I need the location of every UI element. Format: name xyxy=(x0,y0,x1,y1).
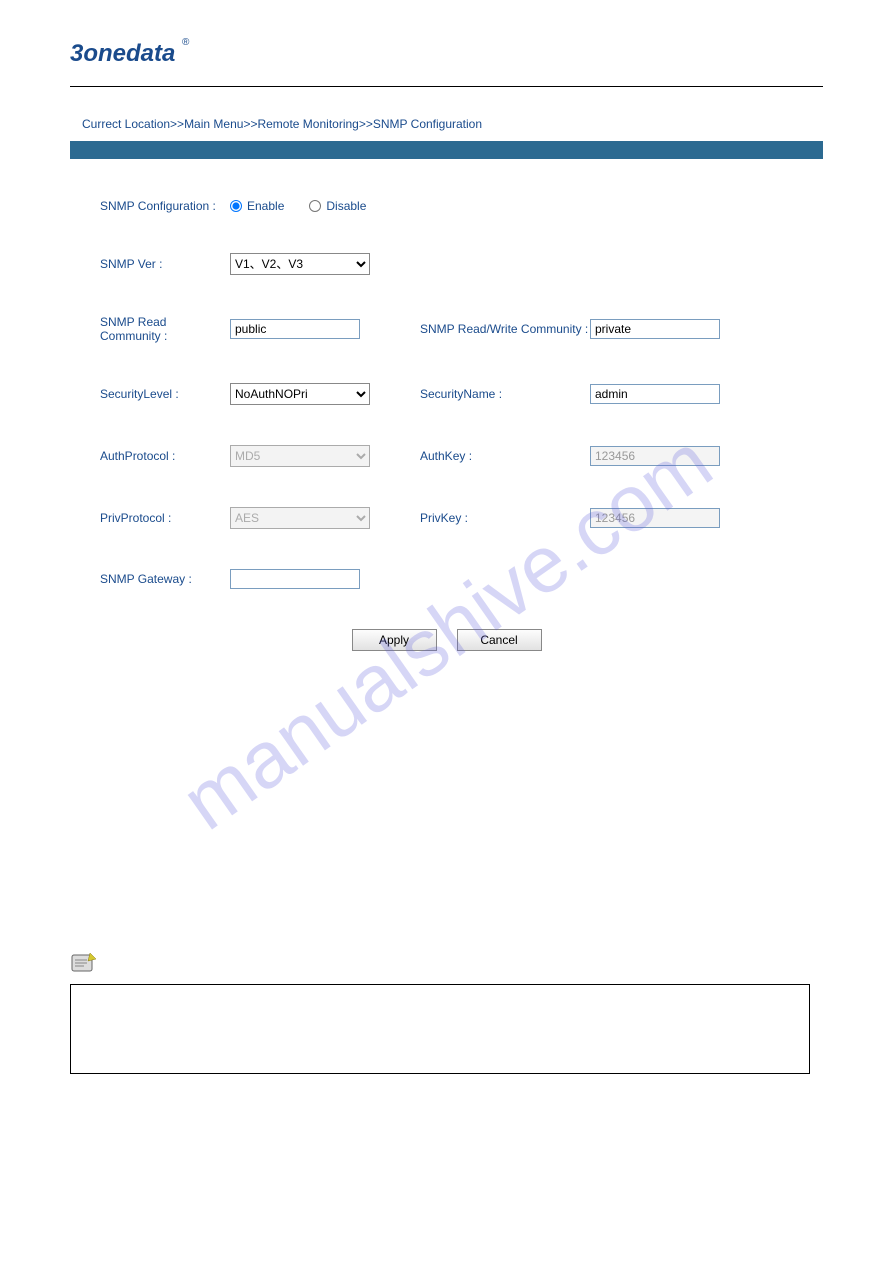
radio-enable-label: Enable xyxy=(247,199,284,213)
security-level-label: SecurityLevel : xyxy=(100,387,230,401)
security-name-label: SecurityName : xyxy=(420,387,590,401)
top-divider xyxy=(70,86,823,87)
note-box xyxy=(70,984,810,1074)
radio-disable-label: Disable xyxy=(326,199,366,213)
rw-community-input[interactable] xyxy=(590,319,720,339)
radio-disable[interactable] xyxy=(309,200,321,212)
breadcrumb-sep: >> xyxy=(359,117,373,131)
snmp-ver-select[interactable]: V1、V2、V3 xyxy=(230,253,370,275)
snmp-ver-label: SNMP Ver : xyxy=(100,257,230,271)
logo-text: 3onedata xyxy=(70,40,175,67)
note-icon xyxy=(70,951,823,980)
breadcrumb-sep: >> xyxy=(243,117,257,131)
breadcrumb-sep: >> xyxy=(170,117,184,131)
radio-disable-item[interactable]: Disable xyxy=(309,199,366,213)
gateway-label: SNMP Gateway : xyxy=(100,572,230,586)
security-level-select[interactable]: NoAuthNOPri xyxy=(230,383,370,405)
breadcrumb-snmp: SNMP Configuration xyxy=(373,117,482,131)
radio-enable[interactable] xyxy=(230,200,242,212)
breadcrumb: Currect Location>>Main Menu>>Remote Moni… xyxy=(70,117,823,131)
priv-protocol-select: AES xyxy=(230,507,370,529)
rw-community-label: SNMP Read/Write Community : xyxy=(420,322,590,336)
auth-key-label: AuthKey : xyxy=(420,449,590,463)
auth-protocol-label: AuthProtocol : xyxy=(100,449,230,463)
read-community-input[interactable] xyxy=(230,319,360,339)
logo-reg: ® xyxy=(182,37,189,48)
breadcrumb-remote[interactable]: Remote Monitoring xyxy=(257,117,358,131)
security-name-input[interactable] xyxy=(590,384,720,404)
snmp-config-label: SNMP Configuration : xyxy=(100,199,230,213)
priv-protocol-label: PrivProtocol : xyxy=(100,511,230,525)
read-community-label: SNMP Read Community : xyxy=(100,315,230,343)
cancel-button[interactable]: Cancel xyxy=(457,629,542,651)
priv-key-label: PrivKey : xyxy=(420,511,590,525)
auth-key-input xyxy=(590,446,720,466)
auth-protocol-select: MD5 xyxy=(230,445,370,467)
priv-key-input xyxy=(590,508,720,528)
breadcrumb-main[interactable]: Main Menu xyxy=(184,117,243,131)
title-bar xyxy=(70,141,823,159)
radio-enable-item[interactable]: Enable xyxy=(230,199,284,213)
breadcrumb-curloc: Currect Location xyxy=(82,117,170,131)
apply-button[interactable]: Apply xyxy=(352,629,437,651)
logo: 3onedata® xyxy=(70,40,175,68)
gateway-input[interactable] xyxy=(230,569,360,589)
